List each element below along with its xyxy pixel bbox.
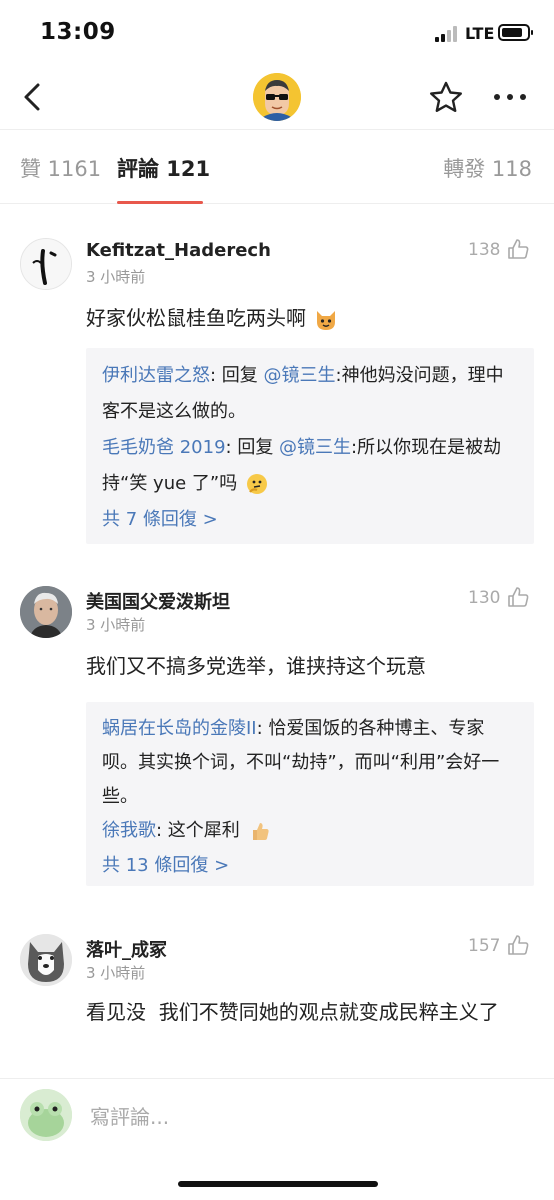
- reply-item: 蜗居在长岛的金陵II: 恰爱国饭的各种博主、专家呗。其实换个词，不叫“劫持”，而…: [102, 712, 520, 814]
- more-options-icon[interactable]: [494, 94, 528, 102]
- reply-separator: : 回复: [225, 437, 280, 458]
- tab-likes[interactable]: 贊 1161: [20, 153, 101, 183]
- commenter-name[interactable]: 落叶_成冢: [86, 936, 167, 962]
- comment-time: 3 小時前: [86, 964, 146, 982]
- tab-comments[interactable]: 評論 121: [117, 153, 210, 183]
- battery-icon: [498, 24, 533, 41]
- reply-separator: :: [156, 820, 168, 841]
- author-avatar[interactable]: [253, 73, 301, 121]
- frog-icon: [20, 1089, 72, 1141]
- signal-icon: [435, 26, 461, 42]
- like-count: 130: [468, 588, 501, 608]
- comment-input[interactable]: 寫評論...: [90, 1101, 169, 1130]
- reply-preview-box[interactable]: 蜗居在长岛的金陵II: 恰爱国饭的各种博主、专家呗。其实换个词，不叫“劫持”，而…: [86, 702, 534, 886]
- back-chevron-icon[interactable]: [18, 80, 50, 114]
- comment-time: 3 小時前: [86, 268, 146, 286]
- active-tab-indicator: [117, 201, 203, 204]
- tab-reposts[interactable]: 轉發 118: [443, 153, 532, 183]
- commenter-avatar[interactable]: [20, 934, 72, 986]
- reply-text: 这个犀利: [167, 820, 240, 841]
- favorite-star-icon[interactable]: [428, 80, 464, 114]
- thumbs-up-icon[interactable]: [507, 238, 529, 260]
- cat-emoji-icon: [317, 310, 336, 330]
- reply-author[interactable]: 徐我歌: [102, 820, 156, 841]
- husky-dog-icon: [20, 934, 72, 986]
- reply-separator: :: [256, 718, 269, 739]
- reply-item: 徐我歌: 这个犀利: [102, 814, 520, 848]
- comment-body: 好家伙松鼠桂鱼吃两头啊: [86, 300, 534, 337]
- comment-time: 3 小時前: [86, 616, 146, 634]
- thinking-emoji-icon: [246, 474, 267, 494]
- nav-header: [0, 66, 554, 130]
- reply-item: 毛毛奶爸 2019: 回复 @镜三生:所以你现在是被劫持“笑 yue 了”吗: [102, 430, 520, 502]
- reply-author[interactable]: 伊利达雷之怒: [102, 365, 210, 386]
- reply-item: 伊利达雷之怒: 回复 @镜三生:神他妈没问题，理中客不是这么做的。: [102, 358, 520, 430]
- reply-mention[interactable]: @镜三生: [264, 365, 336, 386]
- tab-bar: 贊 1161 評論 121 轉發 118: [0, 130, 554, 204]
- reply-separator: : 回复: [210, 365, 264, 386]
- comment-item: 美国国父爱泼斯坦 3 小時前 130 我们又不搞多党选举，谁挟持这个玩意 蜗居在…: [0, 568, 554, 908]
- commenter-name[interactable]: Kefitzat_Haderech: [86, 240, 271, 261]
- comment-item: 落叶_成冢 3 小時前 157 看见没 我们不赞同她的观点就变成民粹主义了: [0, 918, 554, 1078]
- comment-composer: 寫評論...: [0, 1078, 554, 1200]
- reply-preview-box[interactable]: 伊利达雷之怒: 回复 @镜三生:神他妈没问题，理中客不是这么做的。 毛毛奶爸 2…: [86, 348, 534, 544]
- comment-body: 我们又不搞多党选举，谁挟持这个玩意: [86, 654, 426, 678]
- like-count: 138: [468, 240, 501, 260]
- view-more-replies-link[interactable]: 共 13 條回復 >: [102, 848, 520, 884]
- thumbs-up-icon[interactable]: [507, 586, 529, 608]
- view-more-replies-link[interactable]: 共 7 條回復 >: [102, 502, 520, 538]
- commenter-avatar[interactable]: [20, 586, 72, 638]
- commenter-name[interactable]: 美国国父爱泼斯坦: [86, 588, 230, 614]
- my-avatar[interactable]: [20, 1089, 72, 1141]
- reply-author[interactable]: 蜗居在长岛的金陵II: [102, 718, 257, 739]
- thumbs-up-emoji-icon: [252, 823, 269, 840]
- thumbs-up-icon[interactable]: [507, 934, 529, 956]
- network-label: LTE: [465, 24, 495, 43]
- commenter-avatar[interactable]: [20, 238, 72, 290]
- status-bar: 13:09 LTE: [0, 0, 554, 66]
- comment-text: 好家伙松鼠桂鱼吃两头啊: [86, 306, 306, 330]
- home-indicator: [178, 1181, 378, 1187]
- sketch-face-icon: [21, 239, 71, 289]
- reply-author[interactable]: 毛毛奶爸 2019: [102, 437, 226, 458]
- cartoon-face-icon: [253, 73, 301, 121]
- weibo-comments-page: 13:09 LTE 贊 1161 評論 121 轉發 118 Kefitzat_…: [0, 0, 554, 1200]
- status-time: 13:09: [40, 19, 116, 45]
- comment-item: Kefitzat_Haderech 3 小時前 138 好家伙松鼠桂鱼吃两头啊 …: [0, 220, 554, 560]
- like-count: 157: [468, 936, 501, 956]
- reply-mention[interactable]: @镜三生: [279, 437, 351, 458]
- portrait-photo-icon: [20, 586, 72, 638]
- comment-body: 看见没 我们不赞同她的观点就变成民粹主义了: [86, 1000, 499, 1024]
